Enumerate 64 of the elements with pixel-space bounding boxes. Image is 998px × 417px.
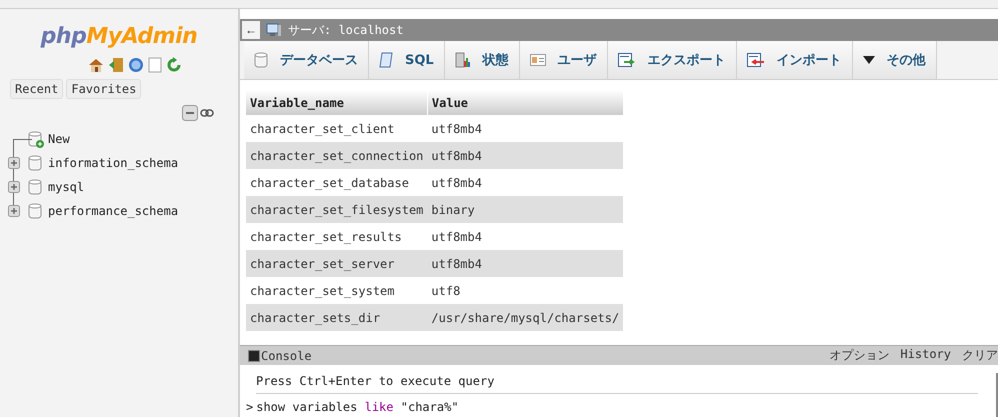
console-hint: Press Ctrl+Enter to execute query xyxy=(256,374,978,394)
sidebar-tab[interactable]: Favorites xyxy=(66,79,142,99)
id-card-icon xyxy=(530,54,546,66)
table-cell: utf8mb4 xyxy=(427,169,624,196)
expand-icon[interactable] xyxy=(8,181,22,193)
expand-icon[interactable] xyxy=(8,205,22,217)
table-cell: utf8mb4 xyxy=(427,250,624,277)
console-link[interactable]: History xyxy=(900,347,951,364)
table-cell: utf8mb4 xyxy=(427,142,624,169)
query-input[interactable]: show variables like "chara%" xyxy=(256,400,459,414)
expand-icon[interactable] xyxy=(8,157,22,169)
database-icon xyxy=(28,155,44,171)
export-icon xyxy=(618,53,636,67)
door-icon[interactable] xyxy=(108,57,124,73)
database-link[interactable]: information_schema xyxy=(48,156,178,170)
bar-chart-icon xyxy=(454,52,471,68)
table-cell: character_sets_dir xyxy=(246,304,428,331)
nav-tab[interactable]: データベース xyxy=(244,41,369,79)
reload-icon[interactable] xyxy=(166,57,182,73)
back-button[interactable]: ← xyxy=(242,21,260,39)
table-cell: character_set_server xyxy=(246,250,428,277)
nav-tab[interactable]: 状態 xyxy=(444,41,520,79)
help-icon[interactable] xyxy=(128,57,144,73)
server-icon xyxy=(266,23,282,37)
scroll-icon xyxy=(379,52,393,68)
database-link[interactable]: performance_schema xyxy=(48,204,178,218)
table-cell: character_set_results xyxy=(246,223,428,250)
scrollbar xyxy=(996,373,998,417)
console-icon xyxy=(248,350,260,362)
table-cell: character_set_filesystem xyxy=(246,196,428,223)
table-cell: character_set_client xyxy=(246,115,428,142)
column-header: Value xyxy=(427,90,624,115)
table-cell: binary xyxy=(427,196,624,223)
table-cell: /usr/share/mysql/charsets/ xyxy=(427,304,624,331)
nav-tab[interactable]: SQL xyxy=(369,41,445,79)
dropdown-triangle-icon xyxy=(862,56,875,64)
home-icon[interactable] xyxy=(88,57,104,73)
sidebar-tab[interactable]: Recent xyxy=(10,79,64,99)
database-icon xyxy=(28,203,44,219)
table-cell: character_set_system xyxy=(246,277,428,304)
table-cell: utf8mb4 xyxy=(427,223,624,250)
cylinder-icon xyxy=(254,52,268,68)
table-cell: utf8 xyxy=(427,277,624,304)
table-cell: character_set_database xyxy=(246,169,428,196)
prompt-sign: > xyxy=(246,400,254,414)
console-link[interactable]: オプション xyxy=(829,347,890,364)
database-link[interactable]: mysql xyxy=(48,180,84,194)
table-cell: utf8mb4 xyxy=(427,115,624,142)
table-cell: character_set_connection xyxy=(246,142,428,169)
logo: phpMyAdmin xyxy=(40,24,198,49)
nav-tab[interactable]: ユーザ xyxy=(520,41,608,79)
new-database-icon xyxy=(28,130,44,148)
nav-tab[interactable]: インポート xyxy=(736,41,853,79)
import-icon xyxy=(746,53,765,67)
new-database-link[interactable]: New xyxy=(48,132,70,146)
console-link[interactable]: クリア xyxy=(962,347,998,364)
console-title: Console xyxy=(261,348,312,362)
nav-tab[interactable]: その他 xyxy=(852,41,937,79)
link-icon[interactable] xyxy=(200,109,214,117)
nav-tab[interactable]: エクスポート xyxy=(608,41,737,79)
collapse-icon[interactable] xyxy=(182,105,198,121)
database-icon xyxy=(28,179,44,195)
server-title: サーバ: localhost xyxy=(288,22,404,38)
column-header: Variable_name xyxy=(246,90,428,115)
